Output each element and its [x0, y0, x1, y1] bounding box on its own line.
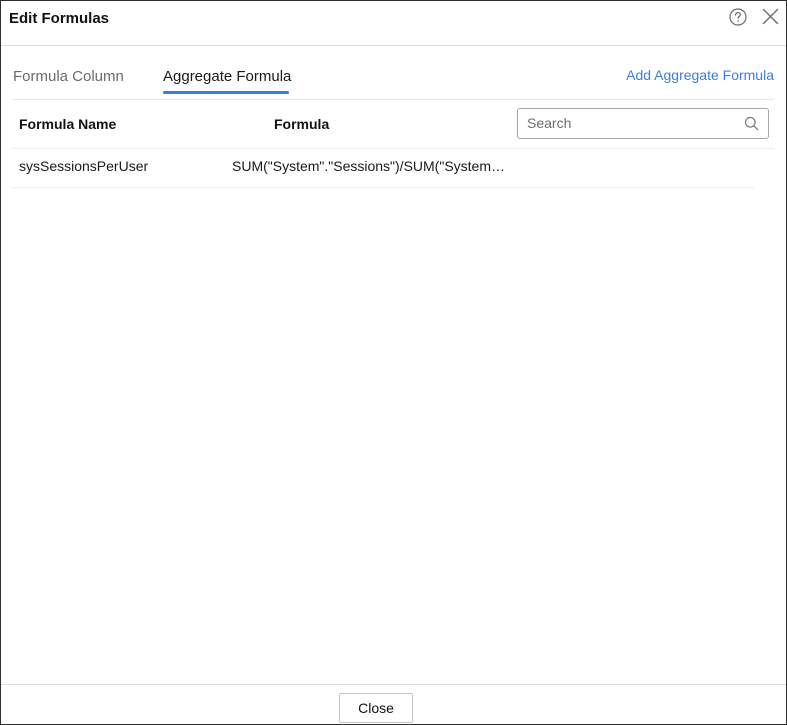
- formula-name-cell: sysSessionsPerUser: [19, 158, 149, 174]
- dialog-title: Edit Formulas: [9, 10, 110, 27]
- dialog-footer: Close: [1, 684, 786, 725]
- add-aggregate-formula-link[interactable]: Add Aggregate Formula: [626, 67, 774, 83]
- formula-cell: SUM("System"."Sessions")/SUM("System"."U…: [232, 158, 507, 174]
- search-box: [517, 108, 769, 139]
- dialog-header: Edit Formulas: [1, 1, 786, 46]
- column-header-formula: Formula: [274, 116, 330, 132]
- tab-aggregate-formula[interactable]: Aggregate Formula: [163, 68, 291, 85]
- table-header: Formula Name Formula: [13, 100, 774, 149]
- tabs-bar: Formula Column Aggregate Formula Add Agg…: [13, 46, 774, 100]
- search-icon[interactable]: [744, 116, 759, 131]
- active-tab-indicator: [163, 91, 289, 94]
- search-input[interactable]: [527, 114, 727, 132]
- edit-formulas-dialog: Edit Formulas Formula Column Aggregate F…: [0, 0, 787, 725]
- help-icon[interactable]: [729, 8, 747, 26]
- column-header-formula-name: Formula Name: [19, 116, 117, 132]
- close-button[interactable]: Close: [339, 693, 413, 723]
- table-row[interactable]: sysSessionsPerUser SUM("System"."Session…: [13, 149, 754, 188]
- tab-formula-column[interactable]: Formula Column: [13, 68, 124, 85]
- close-icon[interactable]: [762, 8, 779, 25]
